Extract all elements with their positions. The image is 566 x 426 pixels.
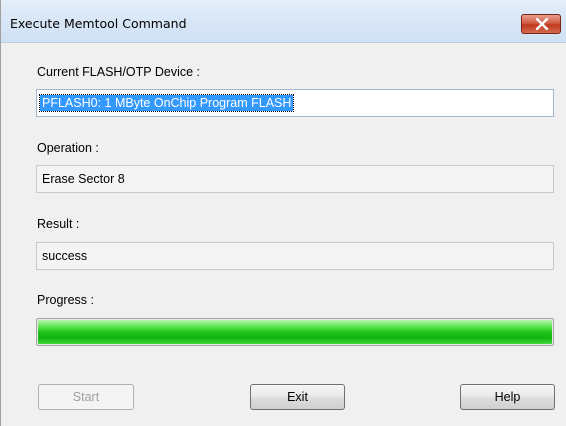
dialog-body: Current FLASH/OTP Device : PFLASH0: 1 MB…: [1, 43, 566, 426]
operation-value: Erase Sector 8: [42, 172, 125, 186]
memtool-dialog: Execute Memtool Command Current FLASH/OT…: [0, 0, 566, 426]
title-bar[interactable]: Execute Memtool Command: [1, 0, 566, 43]
device-field[interactable]: PFLASH0: 1 MByte OnChip Program FLASH: [36, 89, 554, 117]
window-title: Execute Memtool Command: [10, 16, 187, 31]
operation-label: Operation :: [37, 141, 99, 155]
result-label: Result :: [37, 217, 80, 231]
exit-button[interactable]: Exit: [250, 384, 345, 410]
progress-label: Progress :: [37, 293, 94, 307]
progress-fill: [38, 320, 552, 344]
close-button[interactable]: [521, 14, 561, 34]
progress-bar: [36, 318, 554, 346]
result-field: success: [36, 242, 554, 270]
device-value: PFLASH0: 1 MByte OnChip Program FLASH: [38, 94, 295, 112]
device-label: Current FLASH/OTP Device :: [37, 65, 201, 79]
result-value: success: [42, 249, 88, 263]
help-button[interactable]: Help: [460, 384, 555, 410]
close-icon: [535, 18, 549, 30]
operation-field: Erase Sector 8: [36, 165, 554, 193]
start-button[interactable]: Start: [38, 384, 134, 410]
